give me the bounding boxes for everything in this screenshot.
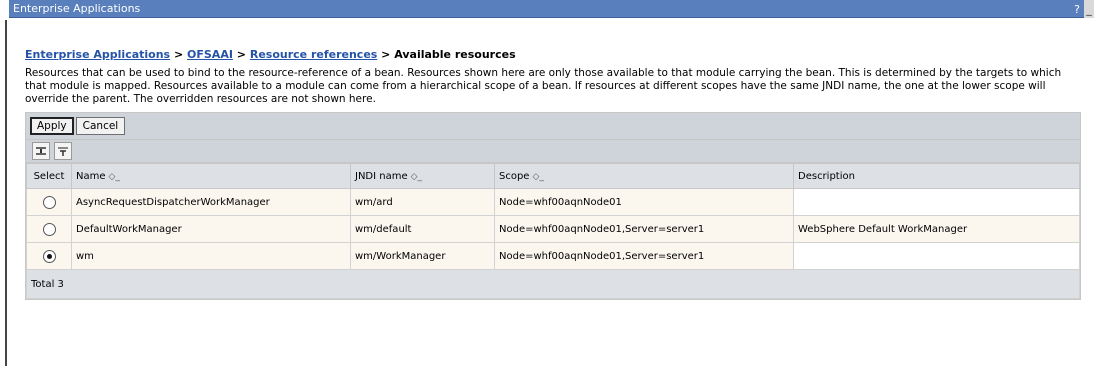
column-header-select: Select: [26, 163, 72, 189]
table-header-row: Select Name ◇_ JNDI name ◇_ Scope ◇_ Descri…: [26, 163, 1080, 189]
help-icon[interactable]: ?: [1070, 0, 1084, 18]
breadcrumb: Enterprise Applications > OFSAAI > Resou…: [25, 48, 1080, 61]
scope-cell: Node=whf00aqnNode01,Server=server1: [494, 242, 794, 270]
breadcrumb-separator: >: [236, 48, 246, 61]
minimize-icon[interactable]: _: [1084, 0, 1094, 18]
breadcrumb-resource-references[interactable]: Resource references: [250, 48, 377, 61]
breadcrumb-separator: >: [173, 48, 184, 61]
resources-panel: Apply Cancel Select Name ◇_ JNDI name ◇_…: [25, 112, 1081, 300]
jndi-cell: wm/default: [350, 215, 495, 243]
page-description: Resources that can be used to bind to th…: [25, 67, 1062, 105]
sort-icon[interactable]: ◇_: [532, 172, 543, 182]
deselect-all-icon[interactable]: [54, 142, 72, 160]
name-cell: AsyncRequestDispatcherWorkManager: [71, 188, 351, 216]
select-radio[interactable]: [42, 222, 56, 236]
breadcrumb-ofsaai[interactable]: OFSAAI: [187, 48, 233, 61]
select-cell: [26, 242, 72, 270]
column-header-scope-label: Scope: [499, 170, 530, 182]
select-all-icon[interactable]: [32, 142, 50, 160]
total-count: Total 3: [26, 269, 1080, 299]
description-cell: [793, 242, 1080, 270]
window-title: Enterprise Applications: [13, 2, 141, 15]
window-titlebar: Enterprise Applications ? _: [9, 0, 1094, 18]
table-row: DefaultWorkManager wm/default Node=whf00…: [26, 215, 1080, 243]
name-cell: DefaultWorkManager: [71, 215, 351, 243]
left-border: [5, 20, 7, 366]
sort-icon[interactable]: ◇_: [411, 172, 422, 182]
resources-table: Select Name ◇_ JNDI name ◇_ Scope ◇_ Descri…: [26, 163, 1080, 299]
enterprise-applications-window: Enterprise Applications ? _ Enterprise A…: [5, 0, 1094, 366]
description-cell: WebSphere Default WorkManager: [793, 215, 1080, 243]
main-content: Enterprise Applications > OFSAAI > Resou…: [9, 18, 1081, 300]
column-header-jndi[interactable]: JNDI name ◇_: [350, 163, 495, 189]
button-bar: Apply Cancel: [26, 113, 1080, 140]
apply-button[interactable]: Apply: [30, 117, 74, 135]
select-cell: [26, 215, 72, 243]
scope-cell: Node=whf00aqnNode01,Server=server1: [494, 215, 794, 243]
column-header-jndi-label: JNDI name: [355, 170, 408, 182]
breadcrumb-enterprise-applications[interactable]: Enterprise Applications: [25, 48, 170, 61]
breadcrumb-separator: >: [381, 48, 391, 61]
sort-icon[interactable]: ◇_: [109, 172, 120, 182]
table-row: AsyncRequestDispatcherWorkManager wm/ard…: [26, 188, 1080, 216]
name-cell: wm: [71, 242, 351, 270]
cancel-button[interactable]: Cancel: [75, 117, 126, 135]
jndi-cell: wm/WorkManager: [350, 242, 495, 270]
table-row: wm wm/WorkManager Node=whf00aqnNode01,Se…: [26, 242, 1080, 270]
total-row: Total 3: [26, 269, 1080, 299]
column-header-name[interactable]: Name ◇_: [71, 163, 351, 189]
scope-cell: Node=whf00aqnNode01: [494, 188, 794, 216]
column-header-name-label: Name: [76, 170, 106, 182]
column-header-scope[interactable]: Scope ◇_: [494, 163, 794, 189]
select-cell: [26, 188, 72, 216]
table-toolbar: [26, 140, 1080, 163]
window-controls: ? _: [1070, 0, 1094, 18]
jndi-cell: wm/ard: [350, 188, 495, 216]
description-cell: [793, 188, 1080, 216]
column-header-description: Description: [793, 163, 1080, 189]
breadcrumb-current: Available resources: [394, 48, 516, 61]
select-radio[interactable]: [42, 195, 56, 209]
select-radio-selected[interactable]: [42, 249, 56, 263]
